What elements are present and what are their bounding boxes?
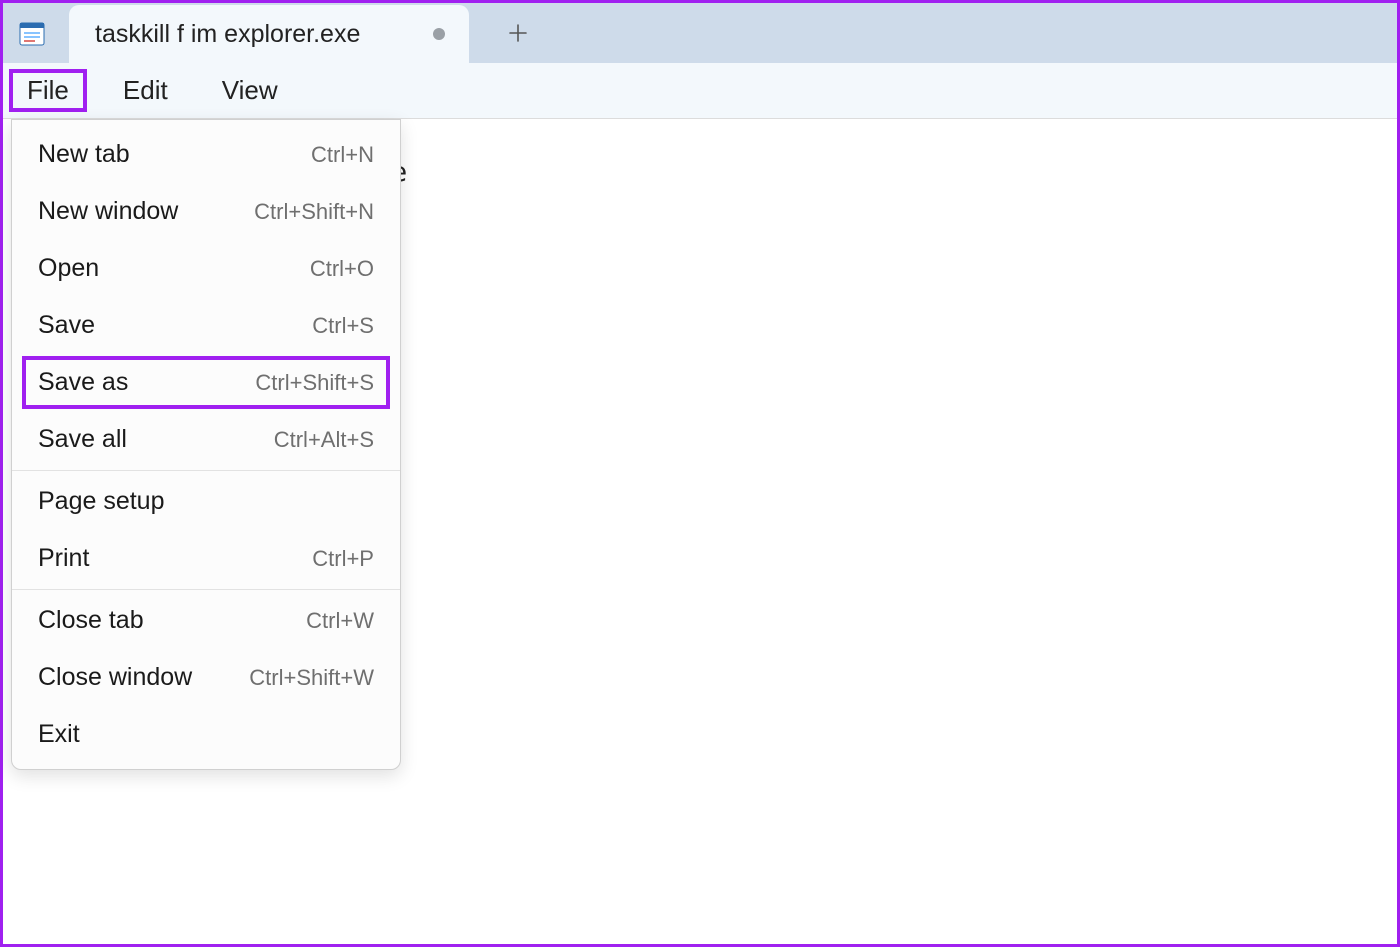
menu-item-label: Page setup (38, 487, 165, 516)
menu-item-label: Close tab (38, 606, 144, 635)
document-tab[interactable]: taskkill f im explorer.exe (69, 5, 469, 63)
menu-view[interactable]: View (204, 69, 296, 112)
menu-item-open[interactable]: Open Ctrl+O (12, 240, 400, 297)
menu-item-shortcut: Ctrl+W (306, 608, 374, 634)
menu-item-label: Exit (38, 720, 80, 749)
tab-bar: taskkill f im explorer.exe (3, 3, 1397, 63)
tab-title: taskkill f im explorer.exe (95, 20, 415, 49)
editor-area[interactable]: e New tab Ctrl+N New window Ctrl+Shift+N… (3, 119, 1397, 944)
menu-item-shortcut: Ctrl+P (312, 546, 374, 572)
menu-item-label: Save as (38, 368, 128, 397)
menu-item-label: Print (38, 544, 89, 573)
menu-item-page-setup[interactable]: Page setup (12, 473, 400, 530)
menu-item-save-all[interactable]: Save all Ctrl+Alt+S (12, 411, 400, 468)
menu-item-new-tab[interactable]: New tab Ctrl+N (12, 126, 400, 183)
menu-item-label: Close window (38, 663, 192, 692)
menu-item-label: Open (38, 254, 99, 283)
notepad-icon (15, 16, 49, 50)
menu-item-label: Save all (38, 425, 127, 454)
menu-item-save-as[interactable]: Save as Ctrl+Shift+S (20, 354, 392, 411)
menu-item-shortcut: Ctrl+N (311, 142, 374, 168)
menu-item-label: New window (38, 197, 178, 226)
menu-item-shortcut: Ctrl+Shift+N (254, 199, 374, 225)
menu-item-shortcut: Ctrl+Alt+S (274, 427, 374, 453)
unsaved-indicator-icon (433, 28, 445, 40)
menu-item-close-tab[interactable]: Close tab Ctrl+W (12, 592, 400, 649)
menu-edit[interactable]: Edit (105, 69, 186, 112)
menu-item-shortcut: Ctrl+O (310, 256, 374, 282)
menu-file[interactable]: File (9, 69, 87, 112)
menu-item-exit[interactable]: Exit (12, 706, 400, 763)
menu-item-label: Save (38, 311, 95, 340)
menu-item-shortcut: Ctrl+Shift+S (255, 370, 374, 396)
menu-separator (12, 470, 400, 471)
new-tab-button[interactable] (489, 4, 547, 62)
file-menu-dropdown: New tab Ctrl+N New window Ctrl+Shift+N O… (11, 119, 401, 770)
menu-item-new-window[interactable]: New window Ctrl+Shift+N (12, 183, 400, 240)
menu-item-save[interactable]: Save Ctrl+S (12, 297, 400, 354)
menu-item-label: New tab (38, 140, 130, 169)
menu-item-shortcut: Ctrl+S (312, 313, 374, 339)
menu-item-shortcut: Ctrl+Shift+W (249, 665, 374, 691)
menu-item-close-window[interactable]: Close window Ctrl+Shift+W (12, 649, 400, 706)
menu-item-print[interactable]: Print Ctrl+P (12, 530, 400, 587)
menu-bar: File Edit View (3, 63, 1397, 119)
menu-separator (12, 589, 400, 590)
